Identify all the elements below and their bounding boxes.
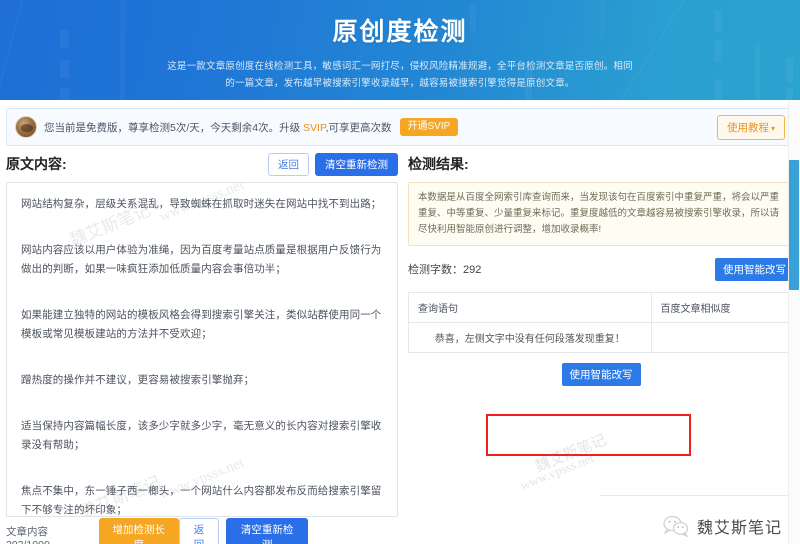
ai-rewrite-button-bottom[interactable]: 使用智能改写 [561,363,641,386]
detection-result-header: 检测结果: [408,152,794,176]
account-notice-bar: 您当前是免费版，尊享检测5次/天，今天剩余4次。升级 SVIP,可享更高次数 开… [6,108,794,146]
svip-link[interactable]: SVIP [303,122,326,134]
similarity-cell [650,322,795,353]
reset-detect-button-bottom[interactable]: 清空重新检测 [226,518,308,544]
wechat-icon [663,515,689,538]
original-content-header: 原文内容: 返回 清空重新检测 [6,152,398,176]
extend-length-button[interactable]: 增加检测长度 [98,518,179,544]
page-banner: 原创度检测 这是一款文章原创度在线检测工具，敏感词汇一网打尽，侵权风险精准规避，… [0,0,800,100]
reset-detect-button-top[interactable]: 清空重新检测 [315,152,398,176]
notice-text-before: 您当前是免费版，尊享检测5次/天，今天剩余4次。升级 [44,121,304,134]
article-paragraph: 如果能建立独特的网站的模板风格会得到搜索引擎关注，类似站群使用同一个模板或常见模… [21,309,382,340]
detection-result-panel: 检测结果: 本数据是从百度全网索引库查询而来，当发现该句在百度索引中重复严重，将… [398,152,795,544]
notice-text-after: ,可享更高次数 [325,121,392,134]
notice-text: 您当前是免费版，尊享检测5次/天，今天剩余4次。升级 SVIP,可享更高次数 [44,120,392,135]
back-button-top[interactable]: 返回 [268,152,309,176]
page-scrollbar-thumb[interactable] [789,160,799,290]
footer-brand: 魏艾斯笔记 [663,514,782,538]
result-table: 查询语句 百度文章相似度 恭喜，左侧文字中没有任何段落发现重复！ [408,292,795,353]
article-paragraph: 网站内容应该以用户体验为准绳，因为百度考量站点质量是根据用户反馈行为做出的判断，… [21,244,382,275]
banner-subtitle-line-1: 这是一款文章原创度在线检测工具，敏感词汇一网打尽，侵权风险精准规避，全平台检测文… [167,61,633,72]
article-paragraph: 网站结构复杂，层级关系混乱，导致蜘蛛在抓取时迷失在网站中找不到出路； [21,198,382,210]
word-count-label: 文章内容292/1000 [6,525,50,544]
page-title: 原创度检测 [332,18,468,46]
page-scrollbar-track[interactable] [788,100,800,544]
result-table-body: 恭喜，左侧文字中没有任何段落发现重复！ [408,322,795,353]
avatar [15,116,37,138]
result-table-head: 查询语句 百度文章相似度 [408,292,795,323]
table-header-row: 查询语句 百度文章相似度 [408,292,795,323]
original-content-panel: 原文内容: 返回 清空重新检测 魏艾斯笔记 www.vpsss.net 魏艾斯笔… [6,152,398,544]
detection-result-title: 检测结果: [408,156,469,172]
article-paragraph: 蹭热度的操作并不建议，更容易被搜索引擎抛弃； [21,374,255,386]
result-tip-box: 本数据是从百度全网索引库查询而来，当发现该句在百度索引中重复严重，将会以严重重复… [408,182,794,246]
footer-divider [600,495,800,496]
banner-subtitle-line-2: 的一篇文章，发布越早被搜索引擎收录越早，越容易被搜索引擎觉得是原创文章。 [225,78,575,89]
article-paragraph: 焦点不集中，东一锤子西一榔头，一个网站什么内容都发布反而给搜索引擎留下不够专注的… [21,485,382,516]
banner-subtitle: 这是一款文章原创度在线检测工具，敏感词汇一网打尽，侵权风险精准规避，全平台检测文… [140,58,660,92]
article-textarea[interactable]: 魏艾斯笔记 www.vpsss.net 魏艾斯笔记 www.vpsss.net … [6,182,398,517]
article-paragraph: 适当保持内容篇幅长度，该多少字就多少字，毫无意义的长内容对搜索引擎收录没有帮助； [21,420,382,451]
page-root: 原创度检测 这是一款文章原创度在线检测工具，敏感词汇一网打尽，侵权风险精准规避，… [0,0,800,544]
original-content-actions: 返回 清空重新检测 [268,152,398,176]
detected-word-count: 检测字数：292 [408,264,482,276]
table-header-similarity: 百度文章相似度 [650,292,795,323]
main-columns: 原文内容: 返回 清空重新检测 魏艾斯笔记 www.vpsss.net 魏艾斯笔… [0,152,800,544]
table-header-query: 查询语句 [408,292,652,323]
tutorial-button-label: 使用教程 [726,121,769,134]
ai-rewrite-button-top[interactable]: 使用智能改写 [715,257,794,281]
table-row: 恭喜，左侧文字中没有任何段落发现重复！ [408,322,795,353]
open-svip-button[interactable]: 开通SVIP [399,118,459,136]
original-content-title: 原文内容: [6,156,67,172]
footer-brand-name: 魏艾斯笔记 [696,520,782,537]
chevron-down-icon: ▾ [770,123,775,133]
no-duplicate-message: 恭喜，左侧文字中没有任何段落发现重复！ [408,322,652,353]
result-meta-row: 检测字数：292 使用智能改写 [408,257,794,281]
back-button-bottom[interactable]: 返回 [178,518,220,544]
ai-rewrite-center-wrap: 使用智能改写 [408,363,794,386]
editor-footer: 文章内容292/1000 增加检测长度 返回 清空重新检测 [6,518,398,544]
tutorial-button[interactable]: 使用教程 ▾ [716,114,785,140]
editor-footer-actions: 返回 清空重新检测 [178,518,308,544]
